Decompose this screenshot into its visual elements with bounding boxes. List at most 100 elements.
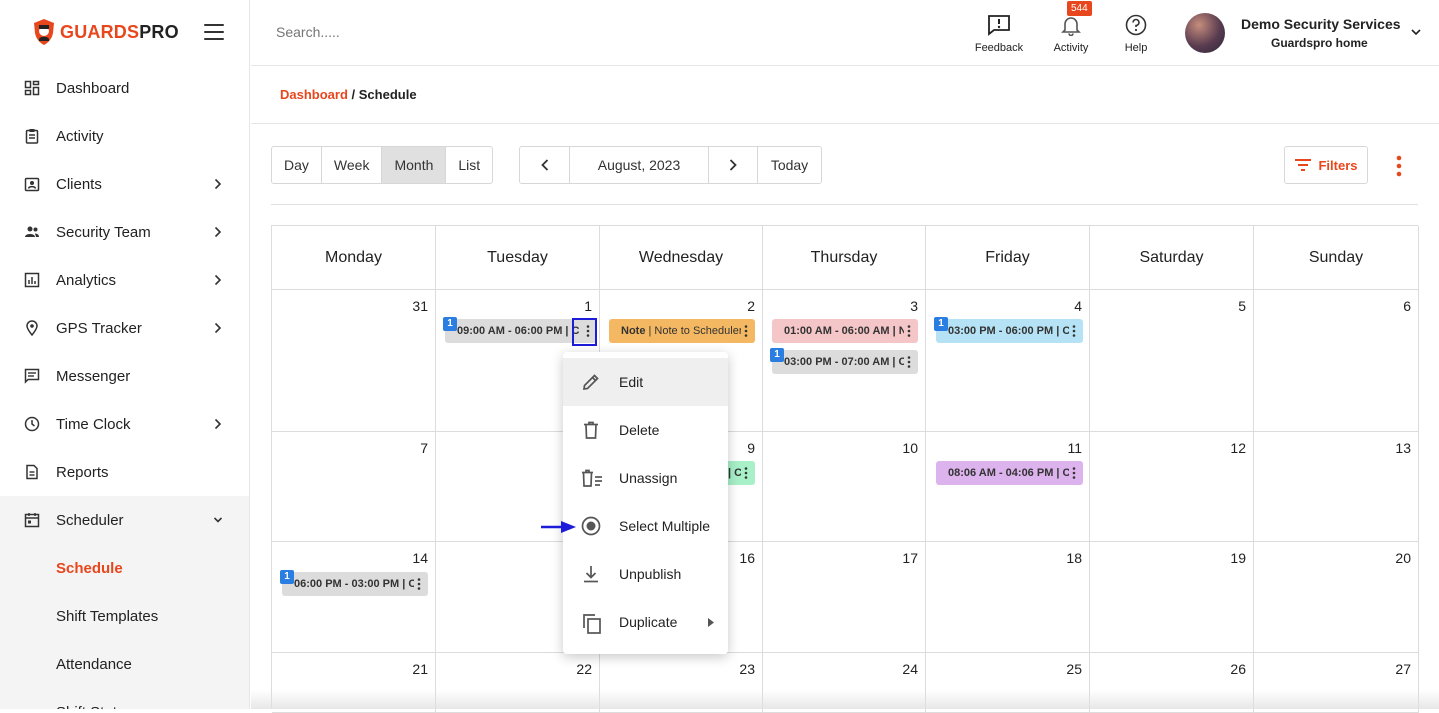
day-cell[interactable]: 13 bbox=[1254, 432, 1419, 542]
day-number: 11 bbox=[1067, 440, 1082, 456]
view-list-button[interactable]: List bbox=[446, 147, 492, 183]
event-options-icon[interactable] bbox=[1069, 324, 1079, 338]
day-cell[interactable]: 10 bbox=[763, 432, 926, 542]
user-name[interactable]: Demo Security Services bbox=[1241, 16, 1401, 32]
view-month-button[interactable]: Month bbox=[382, 147, 447, 183]
sidebar-item-activity[interactable]: Activity bbox=[0, 112, 249, 160]
client-card-icon bbox=[24, 177, 40, 192]
sidebar-item-label: GPS Tracker bbox=[56, 319, 142, 337]
day-cell[interactable]: 31 bbox=[272, 290, 436, 432]
day-number: 1 bbox=[584, 298, 592, 314]
menu-item-duplicate[interactable]: Duplicate bbox=[563, 598, 728, 646]
chevron-down-icon[interactable] bbox=[1411, 28, 1421, 36]
day-cell[interactable]: 19 bbox=[1090, 542, 1254, 653]
day-number: 17 bbox=[902, 550, 918, 566]
sidebar-item-label: Reports bbox=[56, 463, 109, 481]
filter-icon bbox=[1295, 159, 1312, 171]
bell-icon bbox=[1061, 17, 1081, 36]
sidebar-item-time-clock[interactable]: Time Clock bbox=[0, 400, 249, 448]
sidebar-item-dashboard[interactable]: Dashboard bbox=[0, 64, 249, 112]
view-week-button[interactable]: Week bbox=[322, 147, 383, 183]
menu-item-unpublish[interactable]: Unpublish bbox=[563, 550, 728, 598]
day-number: 2 bbox=[747, 298, 755, 314]
more-options-icon[interactable] bbox=[1392, 154, 1406, 178]
sidebar-subitem-schedule[interactable]: Schedule bbox=[0, 544, 249, 592]
chat-icon bbox=[24, 368, 40, 384]
highlighted-event-options[interactable] bbox=[572, 318, 597, 346]
day-cell[interactable]: 18 bbox=[926, 542, 1090, 653]
chevron-down-icon bbox=[214, 517, 222, 523]
event-count-badge: 1 bbox=[443, 317, 457, 331]
next-period-button[interactable] bbox=[709, 147, 758, 183]
day-cell[interactable]: 6 bbox=[1254, 290, 1419, 432]
document-icon bbox=[26, 464, 38, 480]
shift-event[interactable]: 03:00 PM - 07:00 AM | C bbox=[772, 350, 918, 374]
menu-toggle-icon[interactable] bbox=[204, 24, 224, 40]
sidebar-item-analytics[interactable]: Analytics bbox=[0, 256, 249, 304]
day-number: 26 bbox=[1230, 661, 1246, 677]
user-company[interactable]: Guardspro home bbox=[1271, 36, 1368, 50]
sidebar-item-label: Time Clock bbox=[56, 415, 131, 433]
day-cell[interactable]: 14 bbox=[272, 542, 436, 653]
event-options-icon[interactable] bbox=[741, 324, 751, 338]
filters-button[interactable]: Filters bbox=[1284, 146, 1368, 184]
sidebar-item-security-team[interactable]: Security Team bbox=[0, 208, 249, 256]
day-number: 5 bbox=[1238, 298, 1246, 314]
shift-event-text: 03:00 PM - 06:00 PM | C bbox=[948, 325, 1069, 337]
logo[interactable]: GUARDSPRO bbox=[32, 18, 179, 46]
unassign-icon bbox=[582, 469, 602, 487]
sidebar-subitem-attendance[interactable]: Attendance bbox=[0, 640, 249, 688]
breadcrumb-current: Schedule bbox=[358, 87, 417, 102]
shift-event[interactable]: 03:00 PM - 06:00 PM | C bbox=[936, 319, 1083, 343]
note-label: Note bbox=[621, 325, 646, 337]
day-cell[interactable]: 7 bbox=[272, 432, 436, 542]
sidebar-item-label: Activity bbox=[56, 127, 104, 145]
day-cell[interactable]: 4 bbox=[926, 290, 1090, 432]
view-day-button[interactable]: Day bbox=[272, 147, 322, 183]
activity-button[interactable]: Activity bbox=[1041, 14, 1101, 54]
menu-item-edit[interactable]: Edit bbox=[563, 358, 728, 406]
sidebar-item-label: Analytics bbox=[56, 271, 117, 289]
prev-period-button[interactable] bbox=[520, 147, 570, 183]
today-button[interactable]: Today bbox=[758, 147, 821, 183]
event-options-icon[interactable] bbox=[414, 577, 424, 591]
menu-item-select-multiple[interactable]: Select Multiple bbox=[563, 502, 728, 550]
day-number: 13 bbox=[1395, 440, 1411, 456]
breadcrumb-dashboard-link[interactable]: Dashboard bbox=[280, 87, 348, 102]
shift-event-text: 09:00 AM - 06:00 PM | C bbox=[457, 325, 580, 337]
team-icon bbox=[25, 226, 39, 237]
event-options-icon[interactable] bbox=[904, 324, 914, 338]
menu-item-delete[interactable]: Delete bbox=[563, 406, 728, 454]
day-cell[interactable]: 17 bbox=[763, 542, 926, 653]
filters-label: Filters bbox=[1318, 157, 1358, 173]
day-cell[interactable]: 20 bbox=[1254, 542, 1419, 653]
sidebar-item-label: Security Team bbox=[56, 223, 151, 241]
help-button[interactable]: Help bbox=[1106, 14, 1166, 54]
search-input[interactable] bbox=[276, 24, 576, 40]
avatar[interactable] bbox=[1185, 13, 1225, 53]
sidebar-item-messenger[interactable]: Messenger bbox=[0, 352, 249, 400]
note-event[interactable]: Note | Note to Scheduler bbox=[609, 319, 755, 343]
sidebar-item-gps-tracker[interactable]: GPS Tracker bbox=[0, 304, 249, 352]
sidebar-item-label: Messenger bbox=[56, 367, 131, 385]
feedback-button[interactable]: Feedback bbox=[969, 14, 1029, 54]
menu-item-label: Delete bbox=[619, 422, 660, 438]
day-cell[interactable]: 12 bbox=[1090, 432, 1254, 542]
shift-event[interactable]: 01:00 AM - 06:00 AM | N bbox=[772, 319, 918, 343]
sidebar-subitem-shift-templates[interactable]: Shift Templates bbox=[0, 592, 249, 640]
sidebar-subitem-shift-stats[interactable]: Shift Stats bbox=[0, 688, 249, 709]
day-cell[interactable]: 5 bbox=[1090, 290, 1254, 432]
event-options-icon[interactable] bbox=[741, 466, 751, 480]
shift-event[interactable]: 06:00 PM - 03:00 PM | C bbox=[282, 572, 428, 596]
day-number: 4 bbox=[1074, 298, 1082, 314]
event-options-icon[interactable] bbox=[1069, 466, 1079, 480]
sidebar-item-scheduler[interactable]: Scheduler bbox=[0, 496, 249, 544]
day-cell[interactable]: 11 bbox=[926, 432, 1090, 542]
menu-item-unassign[interactable]: Unassign bbox=[563, 454, 728, 502]
sidebar-item-clients[interactable]: Clients bbox=[0, 160, 249, 208]
shift-event[interactable]: 08:06 AM - 04:06 PM | C bbox=[936, 461, 1083, 485]
day-number: 10 bbox=[902, 440, 918, 456]
chevron-right-icon bbox=[214, 418, 222, 430]
event-options-icon[interactable] bbox=[904, 355, 914, 369]
sidebar-item-reports[interactable]: Reports bbox=[0, 448, 249, 496]
